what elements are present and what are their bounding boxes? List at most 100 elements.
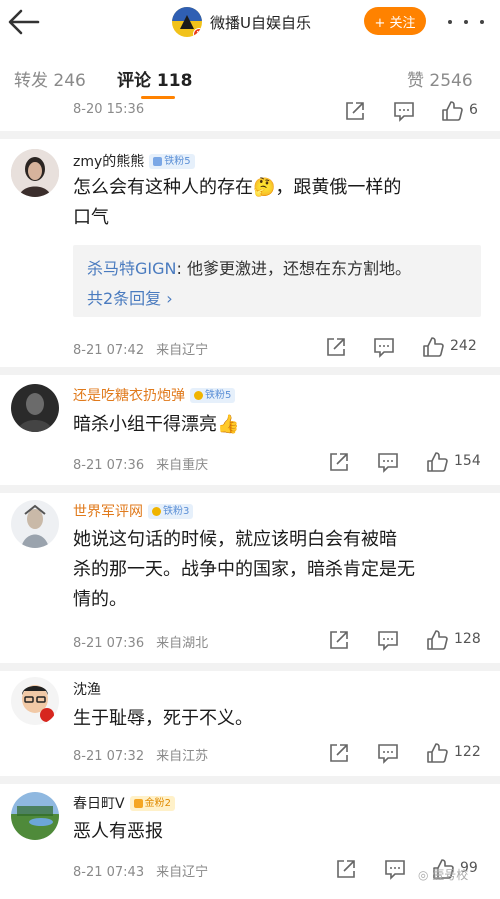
comment-text: 生于耻辱，死于不义。 [73,704,483,734]
comment-text: 暗杀小组干得漂亮👍 [73,410,483,440]
username-text[interactable]: 世界军评网 [73,501,143,521]
channel-name[interactable]: 微播U自娱自乐 [210,12,311,33]
username-text[interactable]: 还是吃糖衣扔炮弹 [73,385,185,405]
comment-time: 8-21 07:42 [73,343,145,358]
like-count: 122 [454,744,481,760]
divider [0,485,500,493]
crown-icon [194,390,203,400]
divider [0,131,500,139]
avatar[interactable] [11,792,59,840]
comment-meta: 8-21 07:32 来自江苏 [73,745,208,764]
divider [0,663,500,671]
fan-badge[interactable]: 铁粉5 [190,387,236,403]
comment-meta: 8-21 07:36 来自重庆 [73,454,208,473]
tab-bar: 转发 246 评论 118 赞 2546 [0,52,500,100]
comment-icon[interactable] [373,336,395,358]
avatar[interactable] [11,677,59,725]
channel-header[interactable]: v 微播U自娱自乐 [172,6,311,38]
badge-label: 铁粉3 [163,505,190,517]
comment-line: 怎么会有这种人的存在🤔，跟黄俄一样的 [73,177,402,198]
reply-text: : 他爹更激进，还想在东方割地。 [176,259,411,278]
comment-line: 暗杀小组干得漂亮👍 [73,414,240,435]
comment-text: 她说这句话的时候，就应该明白会有被暗 杀的那一天。战争中的国家，暗杀肯定是无 情… [73,525,483,615]
crown-icon [152,506,161,516]
username-text[interactable]: 沈渔 [73,679,101,699]
reply-username[interactable]: 杀马特GIGN [87,259,177,278]
top-bar: v 微播U自娱自乐 + 关注 [0,0,500,44]
avatar[interactable] [11,500,59,548]
comment-username[interactable]: 沈渔 [73,679,101,699]
like-icon[interactable] [426,742,448,764]
comment-time: 8-20 15:36 [73,102,145,117]
comment-username[interactable]: 春日町V 金粉2 [73,793,175,813]
like-count: 154 [454,453,481,469]
comment-line: 生于耻辱，死于不义。 [73,708,253,729]
view-replies-link[interactable]: 共2条回复 › [87,285,173,309]
divider [0,367,500,375]
comment-username[interactable]: zmy的熊熊 铁粉5 [73,151,195,171]
comment-icon[interactable] [377,451,399,473]
tab-likes[interactable]: 赞 2546 [407,66,473,91]
reply-preview[interactable]: 杀马特GIGN: 他爹更激进，还想在东方割地。 共2条回复 › [73,245,481,317]
back-arrow-icon[interactable] [6,4,42,40]
comment-line: 恶人有恶报 [73,821,163,842]
comment-time: 8-21 07:36 [73,636,145,651]
comment-item: 还是吃糖衣扔炮弹 铁粉5 暗杀小组干得漂亮👍 8-21 07:36 来自重庆 15… [0,375,500,485]
like-icon[interactable] [426,629,448,651]
share-icon[interactable] [328,742,350,764]
active-tab-indicator [141,96,175,99]
share-icon[interactable] [328,629,350,651]
comment-icon[interactable] [377,629,399,651]
comment-partial: 8-20 15:36 6 [0,100,500,130]
comment-meta: 8-21 07:42 来自辽宁 [73,339,208,358]
share-icon[interactable] [335,858,357,880]
comment-icon[interactable] [393,100,415,122]
comment-line: 口气 [73,207,109,228]
avatar[interactable] [11,149,59,197]
username-text[interactable]: 春日町V [73,793,125,813]
comment-username[interactable]: 世界军评网 铁粉3 [73,501,194,521]
like-count: 128 [454,631,481,647]
divider [0,776,500,784]
comment-location: 来自江苏 [156,749,209,764]
comment-time: 8-21 07:43 [73,865,145,880]
fan-badge[interactable]: 铁粉3 [148,503,194,519]
like-icon[interactable] [441,100,463,122]
share-icon[interactable] [325,336,347,358]
comment-item: 世界军评网 铁粉3 她说这句话的时候，就应该明白会有被暗 杀的那一天。战争中的国… [0,493,500,663]
verified-icon: v [193,28,202,37]
watermark-text: 壹号校 [432,868,469,882]
like-count: 6 [469,102,478,118]
comment-line: 杀的那一天。战争中的国家，暗杀肯定是无 [73,559,415,580]
more-dots-icon[interactable] [448,12,484,32]
badge-label: 铁粉5 [205,389,232,401]
wechat-icon: ◎ [418,868,433,882]
comment-location: 来自辽宁 [156,865,209,880]
comment-meta: 8-21 07:43 来自辽宁 [73,861,208,880]
tab-comments[interactable]: 评论 118 [117,66,192,91]
fan-badge[interactable]: 铁粉5 [149,153,195,169]
comment-text: 怎么会有这种人的存在🤔，跟黄俄一样的 口气 [73,173,483,233]
diamond-icon [153,156,163,166]
share-icon[interactable] [328,451,350,473]
comment-icon[interactable] [377,742,399,764]
watermark: ◎ 壹号校 [418,866,468,883]
avatar[interactable] [11,384,59,432]
comment-location: 来自重庆 [156,458,209,473]
comment-icon[interactable] [384,858,406,880]
comment-location: 来自辽宁 [156,343,209,358]
comment-username[interactable]: 还是吃糖衣扔炮弹 铁粉5 [73,385,236,405]
reply-line: 杀马特GIGN: 他爹更激进，还想在东方割地。 [87,255,411,279]
channel-avatar[interactable]: v [172,7,202,37]
comment-line: 她说这句话的时候，就应该明白会有被暗 [73,529,397,550]
comment-location: 来自湖北 [156,636,209,651]
like-icon[interactable] [422,336,444,358]
share-icon[interactable] [344,100,366,122]
comment-time: 8-21 07:36 [73,458,145,473]
follow-button[interactable]: + 关注 [364,7,426,35]
username-text[interactable]: zmy的熊熊 [73,151,144,171]
comment-item: zmy的熊熊 铁粉5 怎么会有这种人的存在🤔，跟黄俄一样的 口气 杀马特GIGN… [0,139,500,367]
like-icon[interactable] [426,451,448,473]
tab-reposts[interactable]: 转发 246 [14,66,86,91]
fan-badge[interactable]: 金粉2 [129,795,175,811]
